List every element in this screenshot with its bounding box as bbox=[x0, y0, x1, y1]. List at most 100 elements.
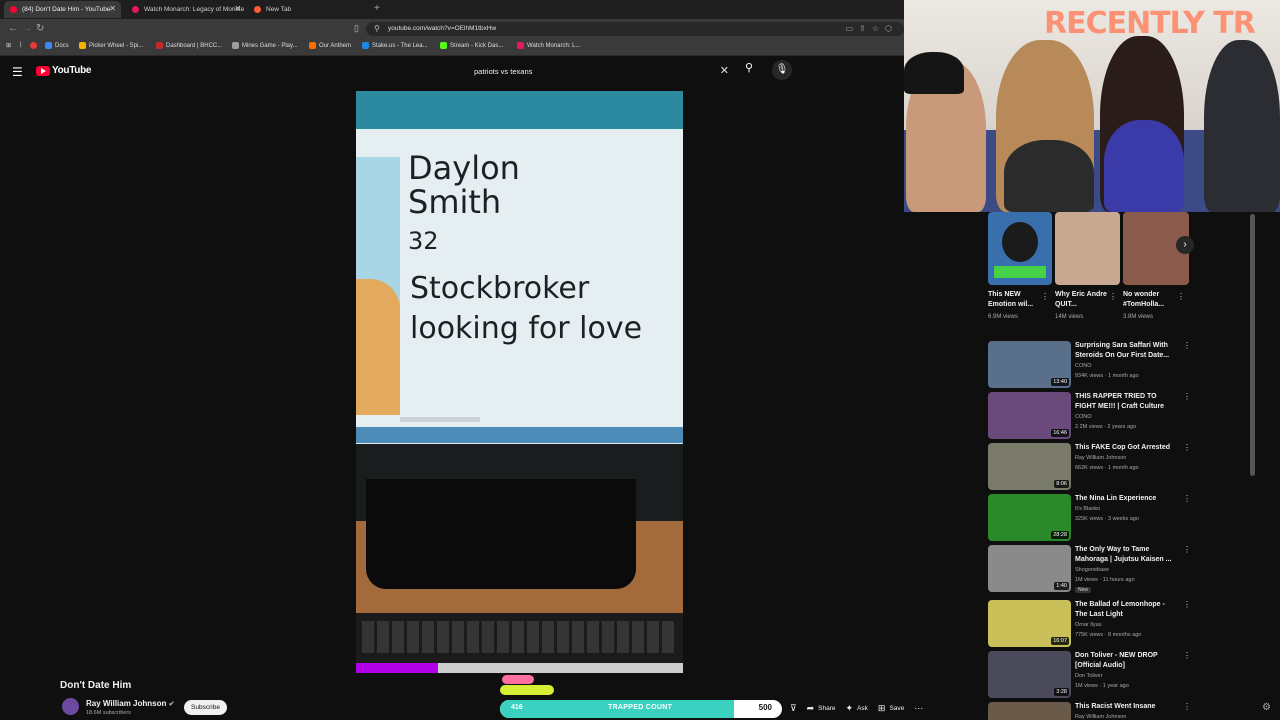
bookmark-monarch[interactable]: Watch Monarch: L... bbox=[517, 42, 580, 49]
channel-avatar[interactable] bbox=[62, 698, 79, 715]
list-item[interactable]: 3:28 Don Toliver - NEW DROP [Official Au… bbox=[988, 651, 1198, 699]
channel-name[interactable]: CONO bbox=[1075, 414, 1092, 420]
close-tab-icon[interactable]: ✕ bbox=[234, 4, 241, 13]
bookmarks-bar: ⊞ | Docs Picker Wheel - Spi... Dashboard… bbox=[0, 39, 904, 56]
list-item[interactable]: 1:40 The Only Way to Tame Mahoraga | Juj… bbox=[988, 545, 1198, 593]
video-progress-bar[interactable] bbox=[356, 663, 683, 673]
more-actions-button[interactable]: ⋯ bbox=[914, 703, 923, 714]
more-icon[interactable]: ⋮ bbox=[1183, 600, 1191, 609]
bookmark-picker-wheel[interactable]: Picker Wheel - Spi... bbox=[79, 42, 143, 49]
channel-name[interactable]: Ray William Johnson ✔ bbox=[86, 699, 175, 708]
shorts-next-arrow-icon[interactable]: › bbox=[1176, 236, 1194, 254]
bookmark-dashboard[interactable]: Dashboard | BHCC... bbox=[156, 42, 222, 49]
address-bar[interactable]: ⚲ youtube.com/watch?v=OElhM1tbxHw ▭⇪☆⬡ bbox=[366, 22, 904, 36]
back-arrow-icon[interactable]: ← bbox=[8, 23, 18, 34]
save-button[interactable]: ⊞ Save bbox=[878, 703, 904, 714]
more-icon[interactable]: ⋮ bbox=[1183, 651, 1191, 660]
short-title[interactable]: This NEW Emotion wil... bbox=[988, 290, 1040, 310]
channel-name[interactable]: Don Toliver bbox=[1075, 673, 1102, 679]
omnibox-actions[interactable]: ▭⇪☆⬡ bbox=[846, 24, 898, 33]
video-thumbnail[interactable]: 8:06 bbox=[988, 443, 1071, 490]
more-icon[interactable]: ⋮ bbox=[1183, 443, 1191, 452]
sidebar-scrollbar[interactable] bbox=[1250, 214, 1255, 476]
reload-icon[interactable]: ↻ bbox=[36, 23, 44, 34]
channel-name[interactable]: It's Blanko bbox=[1075, 506, 1100, 512]
more-icon[interactable]: ⋮ bbox=[1183, 392, 1191, 401]
video-thumbnail[interactable]: 1:40 bbox=[988, 545, 1071, 592]
short-title[interactable]: Why Eric Andre QUIT... bbox=[1055, 290, 1107, 310]
short-more-icon[interactable]: ⋮ bbox=[1041, 292, 1049, 301]
video-title[interactable]: The Only Way to Tame Mahoraga | Jujutsu … bbox=[1075, 545, 1179, 565]
bookmark-our-anthem[interactable]: Our Anthem bbox=[309, 42, 351, 49]
channel-name[interactable]: Omar Ilyas bbox=[1075, 622, 1102, 628]
microphone-icon[interactable]: 🎙 bbox=[772, 60, 792, 80]
forward-arrow-icon[interactable]: → bbox=[22, 23, 32, 34]
tab-label: (84) Don't Date Him - YouTube bbox=[22, 6, 111, 13]
list-item[interactable]: This Racist Went Insane Ray William John… bbox=[988, 702, 1198, 720]
more-icon[interactable]: ⋮ bbox=[1183, 494, 1191, 503]
bookmark-kick[interactable]: Stream - Kick Das... bbox=[440, 42, 503, 49]
list-item[interactable]: 8:06 This FAKE Cop Got Arrested Ray Will… bbox=[988, 443, 1198, 491]
video-thumbnail[interactable]: 16:07 bbox=[988, 600, 1071, 647]
channel-name[interactable]: Ray William Johnson bbox=[1075, 455, 1126, 461]
clear-search-icon[interactable]: ✕ bbox=[720, 64, 729, 77]
tab-new-tab[interactable]: New Tab bbox=[248, 1, 368, 18]
menu-icon[interactable]: ☰ bbox=[12, 65, 23, 79]
video-title[interactable]: The Ballad of Lemonhope - The Last Light bbox=[1075, 600, 1179, 620]
apps-grid-icon[interactable]: ⊞ bbox=[6, 42, 11, 49]
video-title[interactable]: This Racist Went Insane bbox=[1075, 702, 1179, 712]
save-label: Save bbox=[889, 704, 905, 712]
share-button[interactable]: ➦ Share bbox=[807, 703, 836, 714]
bookmark-stake[interactable]: Stake.us - The Lea... bbox=[362, 42, 428, 49]
video-thumbnail[interactable]: 3:28 bbox=[988, 651, 1071, 698]
new-tab-plus-icon[interactable]: + bbox=[374, 3, 380, 14]
channel-name[interactable]: Ray William Johnson bbox=[1075, 714, 1126, 720]
video-frame-banner bbox=[356, 91, 683, 129]
ask-button[interactable]: ✦ Ask bbox=[846, 703, 868, 714]
bookmark-docs[interactable]: Docs bbox=[45, 42, 69, 49]
video-thumbnail[interactable]: 16:46 bbox=[988, 392, 1071, 439]
channel-name[interactable]: Shogonebase bbox=[1075, 567, 1109, 573]
gear-icon[interactable]: ⚙ bbox=[1262, 702, 1271, 713]
tab-monarch[interactable]: Watch Monarch: Legacy of Monste ✕ bbox=[126, 1, 246, 18]
close-tab-icon[interactable]: ✕ bbox=[109, 4, 116, 13]
video-meta: 325K views · 3 weeks ago bbox=[1075, 516, 1139, 522]
video-thumbnail[interactable] bbox=[988, 702, 1071, 720]
video-thumbnail[interactable]: 28:28 bbox=[988, 494, 1071, 541]
video-duration: 16:07 bbox=[1051, 637, 1069, 645]
video-frame-scrollbar bbox=[400, 417, 480, 422]
short-title[interactable]: No wonder #TomHolla... bbox=[1123, 290, 1175, 310]
video-player[interactable]: Daylon Smith 32 Stockbroker looking for … bbox=[356, 91, 683, 673]
short-more-icon[interactable]: ⋮ bbox=[1109, 292, 1117, 301]
video-title[interactable]: Surprising Sara Saffari With Steroids On… bbox=[1075, 341, 1179, 361]
list-item[interactable]: 16:46 THIS RAPPER TRIED TO FIGHT ME!!! |… bbox=[988, 392, 1198, 440]
dislike-button[interactable]: ⊽ bbox=[790, 703, 797, 714]
list-item[interactable]: 16:07 The Ballad of Lemonhope - The Last… bbox=[988, 600, 1198, 648]
short-thumbnail[interactable] bbox=[988, 212, 1052, 285]
list-item[interactable]: 13:40 Surprising Sara Saffari With Stero… bbox=[988, 341, 1198, 389]
tab-label: New Tab bbox=[266, 6, 292, 13]
short-thumbnail[interactable] bbox=[1055, 212, 1120, 285]
webcam-person-3-shirt bbox=[1104, 120, 1184, 212]
short-more-icon[interactable]: ⋮ bbox=[1177, 292, 1185, 301]
more-icon[interactable]: ⋮ bbox=[1183, 702, 1191, 711]
search-input[interactable]: patriots vs texans ✕ bbox=[465, 61, 737, 81]
search-icon[interactable]: ⚲ bbox=[740, 61, 758, 79]
subscribe-button[interactable]: Subscribe bbox=[184, 700, 227, 715]
list-item[interactable]: 28:28 The Nina Lin Experience It's Blank… bbox=[988, 494, 1198, 542]
more-icon[interactable]: ⋮ bbox=[1183, 341, 1191, 350]
tab-youtube[interactable]: (84) Don't Date Him - YouTube ✕ bbox=[4, 1, 121, 18]
bookmark-icon[interactable]: ▯ bbox=[354, 23, 359, 34]
youtube-logo[interactable]: YouTube bbox=[36, 65, 92, 76]
video-title[interactable]: THIS RAPPER TRIED TO FIGHT ME!!! | Craft… bbox=[1075, 392, 1179, 412]
more-icon[interactable]: ⋮ bbox=[1183, 545, 1191, 554]
video-actions: ⊽ ➦ Share ✦ Ask ⊞ Save ⋯ bbox=[790, 700, 923, 716]
video-title[interactable]: The Nina Lin Experience bbox=[1075, 494, 1179, 504]
video-thumbnail[interactable]: 13:40 bbox=[988, 341, 1071, 388]
bookmark-mines[interactable]: Mines Game - Play... bbox=[232, 42, 298, 49]
bookmark-opera-icon[interactable] bbox=[30, 42, 40, 49]
video-title[interactable]: Don Toliver - NEW DROP [Official Audio] bbox=[1075, 651, 1179, 671]
site-info-icon[interactable]: ⚲ bbox=[374, 24, 380, 33]
channel-name[interactable]: CONO bbox=[1075, 363, 1092, 369]
video-title[interactable]: This FAKE Cop Got Arrested bbox=[1075, 443, 1179, 453]
